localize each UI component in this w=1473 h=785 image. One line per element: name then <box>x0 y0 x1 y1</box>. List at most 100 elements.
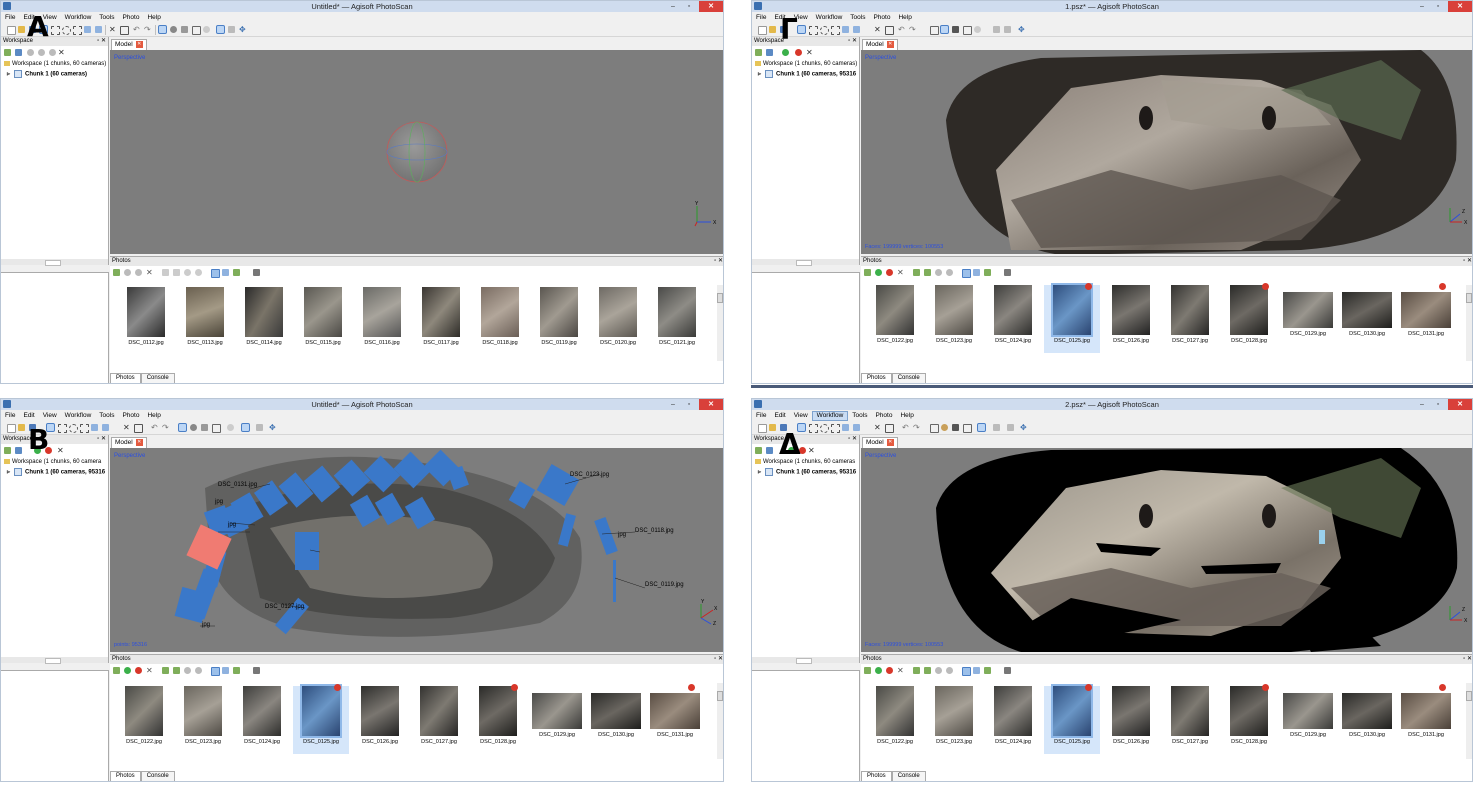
crop-icon[interactable] <box>885 424 894 433</box>
filter-icon[interactable] <box>984 269 991 276</box>
wireframe-icon[interactable] <box>963 26 972 35</box>
reset-view-icon[interactable]: ✥ <box>269 424 276 432</box>
rect-select-icon[interactable] <box>51 26 60 35</box>
enable-camera-icon[interactable] <box>875 667 882 674</box>
close-button[interactable]: ✕ <box>1448 1 1472 12</box>
show-region-icon[interactable] <box>1007 424 1014 431</box>
thumbnail-view-icon[interactable] <box>222 269 229 276</box>
workspace-root[interactable]: Workspace (1 chunks, 60 camera <box>4 459 101 465</box>
add-photos-icon[interactable] <box>766 49 773 56</box>
enable-icon[interactable] <box>782 49 789 56</box>
thumbnail-view-icon[interactable] <box>973 269 980 276</box>
workspace-scrollbar[interactable] <box>1 657 108 664</box>
rotate-right-icon[interactable] <box>913 269 920 276</box>
photo-thumb[interactable]: DSC_0122.jpg <box>867 285 923 353</box>
chunk-item[interactable]: ▹ Chunk 1 (60 cameras) <box>7 70 87 78</box>
photo-thumb[interactable]: DSC_0129.jpg <box>1280 686 1336 754</box>
photo-thumb[interactable]: DSC_0127.jpg <box>411 686 467 754</box>
add-chunk-icon[interactable] <box>755 447 762 454</box>
open-icon[interactable] <box>769 26 776 33</box>
free-select-icon[interactable] <box>80 424 89 433</box>
free-select-icon[interactable] <box>831 424 840 433</box>
menu-view[interactable]: View <box>39 411 61 421</box>
close-button[interactable]: ✕ <box>1448 399 1472 410</box>
solid-icon[interactable] <box>952 424 959 431</box>
rotate-right-icon[interactable] <box>162 667 169 674</box>
enable-camera-icon[interactable] <box>875 269 882 276</box>
show-cameras-icon[interactable] <box>993 26 1000 33</box>
reset-filter-icon[interactable] <box>253 667 260 674</box>
photo-thumb[interactable]: DSC_0114.jpg <box>236 287 292 355</box>
delete-icon[interactable]: ✕ <box>806 49 813 57</box>
model-viewport[interactable]: DSC_0131.jpg DSC_0123.jpg DSC_0118.jpg D… <box>110 448 723 652</box>
wireframe-icon[interactable] <box>212 424 221 433</box>
close-button[interactable]: ✕ <box>699 1 723 12</box>
workspace-scrollbar[interactable] <box>752 259 859 266</box>
disable-icon[interactable] <box>795 49 802 56</box>
details-view-icon[interactable] <box>211 269 220 278</box>
filter-icon[interactable] <box>984 667 991 674</box>
close-tab-icon[interactable]: ✕ <box>886 438 894 446</box>
add-photos-icon[interactable] <box>15 49 22 56</box>
photo-thumb[interactable]: DSC_0127.jpg <box>1162 686 1218 754</box>
rotate-left-icon[interactable] <box>924 667 931 674</box>
tab-console[interactable]: Console <box>140 373 175 383</box>
menu-help[interactable]: Help <box>143 411 164 421</box>
zoom-out-icon[interactable] <box>946 667 953 674</box>
menu-help[interactable]: Help <box>896 411 917 421</box>
zoom-in-icon[interactable] <box>184 269 191 276</box>
rotate-region-icon[interactable] <box>95 26 102 33</box>
disable-camera-icon[interactable] <box>886 667 893 674</box>
shaded-icon[interactable] <box>170 26 177 33</box>
menu-file[interactable]: File <box>752 411 770 421</box>
reset-view-icon[interactable]: ✥ <box>1018 26 1025 34</box>
move-region-icon[interactable] <box>842 26 849 33</box>
zoom-out-icon[interactable] <box>195 667 202 674</box>
photo-thumb[interactable]: DSC_0130.jpg <box>1339 285 1395 353</box>
photo-thumb[interactable]: DSC_0113.jpg <box>177 287 233 355</box>
tab-console[interactable]: Console <box>891 771 926 781</box>
remove-icon[interactable] <box>49 49 56 56</box>
rotate-right-icon[interactable] <box>913 667 920 674</box>
workspace-scrollbar[interactable] <box>752 657 859 664</box>
disable-icon[interactable] <box>38 49 45 56</box>
new-icon[interactable] <box>7 26 16 35</box>
photo-thumb[interactable]: DSC_0123.jpg <box>175 686 231 754</box>
tab-model[interactable]: Model ✕ <box>862 39 898 50</box>
menu-workflow[interactable]: Workflow <box>61 411 96 421</box>
rect-select-icon[interactable] <box>809 26 818 35</box>
details-view-icon[interactable] <box>962 667 971 676</box>
photo-thumb[interactable]: DSC_0130.jpg <box>588 686 644 754</box>
menu-edit[interactable]: Edit <box>770 411 789 421</box>
photo-thumb[interactable]: DSC_0124.jpg <box>985 285 1041 353</box>
wireframe-icon[interactable] <box>192 26 201 35</box>
photo-thumb[interactable]: DSC_0127.jpg <box>1162 285 1218 353</box>
close-tab-icon[interactable]: ✕ <box>135 438 143 446</box>
enable-camera-icon[interactable] <box>124 667 131 674</box>
add-photos-icon[interactable] <box>864 667 871 674</box>
add-chunk-icon[interactable] <box>4 49 11 56</box>
point-cloud-icon[interactable] <box>158 25 167 34</box>
photos-scrollbar[interactable] <box>717 683 723 759</box>
menu-workflow[interactable]: Workflow <box>811 411 849 421</box>
crop-icon[interactable] <box>120 26 129 35</box>
add-chunk-icon[interactable] <box>755 49 762 56</box>
delete-icon[interactable]: ✕ <box>58 49 65 57</box>
remove-camera-icon[interactable]: ✕ <box>146 667 153 675</box>
tab-photos[interactable]: Photos <box>110 771 141 781</box>
menu-file[interactable]: File <box>1 411 19 421</box>
point-cloud-icon[interactable] <box>930 424 939 433</box>
model-viewport[interactable]: Perspective YX <box>110 50 723 254</box>
remove-camera-icon[interactable]: ✕ <box>146 269 153 277</box>
circle-select-icon[interactable] <box>820 26 829 35</box>
delete-selection-icon[interactable]: ✕ <box>874 424 881 432</box>
menu-edit[interactable]: Edit <box>19 411 38 421</box>
solid-icon[interactable] <box>201 424 208 431</box>
move-region-icon[interactable] <box>91 424 98 431</box>
reset-view-icon[interactable]: ✥ <box>1020 424 1027 432</box>
shaded-icon[interactable] <box>190 424 197 431</box>
zoom-out-icon[interactable] <box>195 269 202 276</box>
solid-icon[interactable] <box>952 26 959 33</box>
menu-photo[interactable]: Photo <box>118 411 143 421</box>
menu-file[interactable]: File <box>752 13 770 23</box>
